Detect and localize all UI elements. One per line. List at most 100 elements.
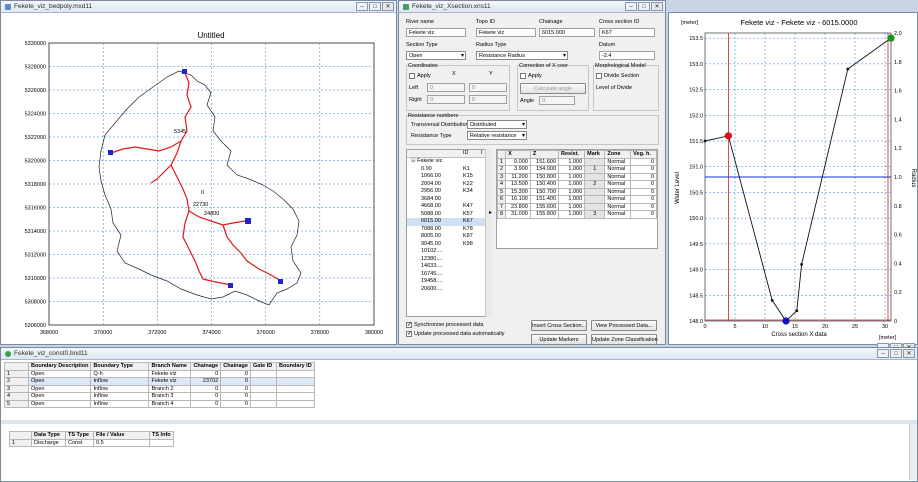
grid-row[interactable]: 1 0.000 151.600 1.000 Normal 0 <box>496 157 657 166</box>
grid-cell-z[interactable]: 151.600 <box>529 157 560 166</box>
grid-side-arrow[interactable]: ▸ <box>489 209 496 219</box>
grid-cell-zone[interactable]: Normal <box>604 165 632 174</box>
boundary-cell-type[interactable]: Inflow <box>90 377 150 386</box>
points-grid[interactable]: X Z Resist. Mark Zone Veg. h. 1 0.000 151.600 1.… <box>496 149 658 249</box>
grid-row[interactable]: 8 31.000 155.800 1.000 3 Normal 0 <box>496 210 657 219</box>
grid-row[interactable]: 7 23.800 155.600 1.000 Normal 0 <box>496 202 657 211</box>
ts-cell-dtype[interactable]: Discharge <box>31 438 66 447</box>
boundary-cell-type[interactable]: Inflow <box>90 392 150 401</box>
grid-header[interactable]: X <box>505 150 531 159</box>
cross-section-point[interactable] <box>795 309 799 313</box>
boundary-header[interactable]: Branch Name <box>148 362 192 371</box>
boundary-header[interactable]: Chainage <box>220 362 251 371</box>
map-window-titlebar[interactable]: Fekete_viz_bedpoly.mxd11 – □ ✕ <box>1 1 396 13</box>
grid-row[interactable]: 2 3.900 154.000 1.000 1 Normal 0 <box>496 165 657 174</box>
grid-header[interactable]: Veg. h. <box>630 150 657 159</box>
boundary-cell-branch[interactable]: Branch 3 <box>148 392 192 401</box>
tree-item[interactable]: 20600.... <box>407 286 491 294</box>
grid-cell-m[interactable] <box>584 187 606 196</box>
grid-cell-z[interactable]: 150.400 <box>529 180 560 189</box>
cross-section-point[interactable] <box>703 139 707 143</box>
ts-table[interactable]: Data Type TS Type File / Value TS Info 1 Dis… <box>9 431 174 447</box>
grid-row[interactable]: 6 16.100 151.400 1.000 Normal 0 <box>496 195 657 204</box>
ts-row[interactable]: 1 Discharge Const 0.5 <box>9 438 174 447</box>
tree-item[interactable]: 16745.... <box>407 271 491 279</box>
maximize-button[interactable]: □ <box>638 2 650 11</box>
boundary-marker-3[interactable] <box>245 218 251 224</box>
grid-cell-v[interactable]: 0 <box>630 165 657 174</box>
grid-cell-z[interactable]: 150.700 <box>529 187 560 196</box>
maximize-button[interactable]: □ <box>890 349 902 358</box>
boundary-header[interactable]: Chainage <box>190 362 222 371</box>
grid-cell-zone[interactable]: Normal <box>604 210 632 219</box>
boundary-cell-gate[interactable] <box>249 369 277 378</box>
boundary-row[interactable]: 3 Open Inflow Branch 200 <box>4 384 315 393</box>
tree-root[interactable]: ⊟ Fekete viz <box>407 158 491 166</box>
left-x-field[interactable]: 0 <box>427 83 465 92</box>
close-button[interactable]: ✕ <box>651 2 663 11</box>
update-zone-button[interactable]: Update Zone Classification <box>591 334 658 345</box>
boundary-cell-ch1[interactable]: 0 <box>190 399 222 408</box>
boundary-cell-bid[interactable] <box>275 399 315 408</box>
boundary-cell-ch1[interactable]: 0 <box>190 384 222 393</box>
boundary-row[interactable]: 5 Open Inflow Branch 400 <box>4 399 315 408</box>
boundary-row[interactable]: 2 Open Inflow Fekete viz 23702 0 <box>4 377 315 386</box>
resistance-type-select[interactable]: Relative resistance <box>467 131 527 140</box>
grid-header[interactable]: Resist. <box>558 150 586 159</box>
tree-item[interactable]: 19458.... <box>407 278 491 286</box>
ts-header[interactable] <box>9 431 32 440</box>
grid-cell-r[interactable]: 1.000 <box>558 195 586 204</box>
marker-2[interactable] <box>782 317 790 325</box>
tree-item[interactable]: 2956.00 K34 <box>407 188 491 196</box>
boundary-cell-ch1[interactable]: 0 <box>190 392 222 401</box>
grid-header[interactable]: Mark <box>584 150 606 159</box>
grid-cell-zone[interactable]: Normal <box>604 195 632 204</box>
tree-item[interactable]: 5088.00 K57 <box>407 211 491 219</box>
grid-cell-x[interactable]: 16.100 <box>505 195 531 204</box>
tree-item[interactable]: 3684.00 <box>407 196 491 204</box>
grid-cell-m[interactable]: 2 <box>584 180 606 189</box>
tree-item[interactable]: 2004.00 K22 <box>407 181 491 189</box>
grid-cell-x[interactable]: 15.300 <box>505 187 531 196</box>
boundary-cell-gate[interactable] <box>249 399 277 408</box>
grid-cell-zone[interactable]: Normal <box>604 202 632 211</box>
boundary-cell-ch1[interactable]: 23702 <box>190 377 222 386</box>
ts-cell-info[interactable] <box>149 438 174 447</box>
boundary-cell-bid[interactable] <box>275 384 315 393</box>
left-y-field[interactable]: 0 <box>469 83 507 92</box>
marker-3[interactable] <box>887 34 895 42</box>
boundary-table[interactable]: Boundary Description Boundary Type Branch … <box>4 362 315 408</box>
boundary-cell-desc[interactable]: Open <box>27 399 92 408</box>
view-processed-data-button[interactable]: View Processed Data... <box>591 320 657 331</box>
tree-scrollbar[interactable] <box>485 149 492 317</box>
grid-cell-zone[interactable]: Normal <box>604 187 632 196</box>
boundary-cell-gate[interactable] <box>249 377 277 386</box>
grid-cell-r[interactable]: 1.000 <box>558 180 586 189</box>
boundary-cell-ch2[interactable]: 0 <box>220 384 251 393</box>
cross-section-point[interactable] <box>770 299 774 302</box>
chainage-field[interactable]: 6015.000 <box>539 28 595 37</box>
grid-cell-v[interactable]: 0 <box>630 187 657 196</box>
boundary-header[interactable] <box>4 362 29 371</box>
grid-cell-x[interactable]: 11.200 <box>505 172 531 181</box>
boundary-splitter[interactable] <box>1 420 917 424</box>
boundary-row[interactable]: 4 Open Inflow Branch 300 <box>4 392 315 401</box>
ts-header[interactable]: TS Type <box>65 431 94 440</box>
ts-header[interactable]: File / Value <box>93 431 150 440</box>
tree-item[interactable]: 1066.00 K15 <box>407 173 491 181</box>
grid-cell-zone[interactable]: Normal <box>604 157 632 166</box>
grid-cell-m[interactable]: 1 <box>584 165 606 174</box>
grid-cell-v[interactable]: 0 <box>630 210 657 219</box>
ts-header[interactable]: Data Type <box>31 431 66 440</box>
boundary-cell-branch[interactable]: Branch 4 <box>148 399 192 408</box>
grid-cell-x[interactable]: 31.000 <box>505 210 531 219</box>
grid-header[interactable]: Z <box>529 150 560 159</box>
boundary-cell-branch[interactable]: Fekete viz <box>148 369 192 378</box>
boundary-marker-4[interactable] <box>228 283 233 288</box>
boundary-cell-ch1[interactable]: 0 <box>190 369 222 378</box>
coordinates-apply-checkbox[interactable] <box>409 73 415 79</box>
grid-cell-x[interactable]: 3.900 <box>505 165 531 174</box>
minimize-button[interactable]: – <box>625 2 637 11</box>
boundary-cell-type[interactable]: Inflow <box>90 399 150 408</box>
right-x-field[interactable]: 0 <box>427 95 465 104</box>
